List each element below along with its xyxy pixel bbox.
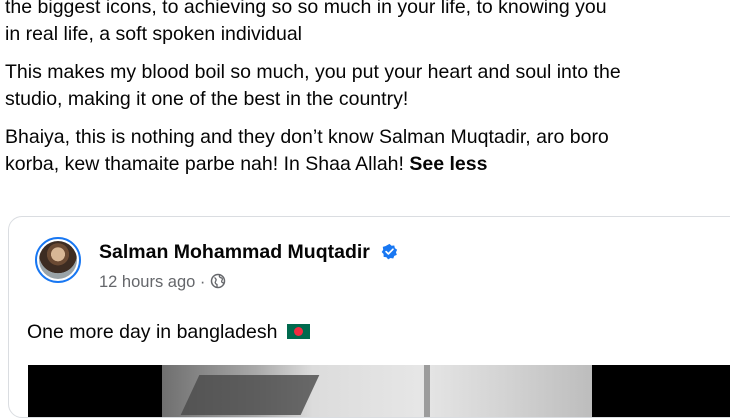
post-timestamp[interactable]: 12 hours ago [99, 273, 195, 291]
meta-separator: · [199, 273, 206, 291]
post-line: Bhaiya, this is nothing and they don’t k… [5, 126, 609, 148]
shared-post-card[interactable]: Salman Mohammad Muqtadir 12 hours ago · … [8, 216, 730, 418]
caption-text: One more day in bangladesh [27, 321, 278, 343]
post-media[interactable] [28, 365, 730, 417]
shared-post-caption: One more day in bangladesh [27, 321, 310, 344]
see-less-button[interactable]: See less [409, 153, 487, 175]
globe-icon[interactable] [210, 273, 226, 289]
author-name-link[interactable]: Salman Mohammad Muqtadir [99, 241, 370, 263]
post-line: the biggest icons, to achieving so so mu… [5, 0, 607, 18]
post-meta: 12 hours ago · [99, 273, 226, 292]
post-body-text: the biggest icons, to achieving so so mu… [5, 0, 730, 189]
bangladesh-flag-icon [286, 324, 310, 339]
post-paragraph-3: Bhaiya, this is nothing and they don’t k… [5, 124, 730, 178]
author-name-row: Salman Mohammad Muqtadir [99, 241, 398, 264]
post-line: korba, kew thamaite parbe nah! In Shaa A… [5, 153, 404, 175]
post-line: in real life, a soft spoken individual [5, 23, 303, 45]
post-photo [162, 365, 592, 417]
post-paragraph-1: the biggest icons, to achieving so so mu… [5, 0, 730, 48]
post-line: studio, making it one of the best in the… [5, 88, 409, 110]
verified-badge-icon [381, 243, 398, 260]
post-paragraph-2: This makes my blood boil so much, you pu… [5, 59, 730, 113]
post-line: This makes my blood boil so much, you pu… [5, 61, 621, 83]
avatar-image [39, 241, 77, 279]
author-avatar[interactable] [35, 237, 81, 283]
